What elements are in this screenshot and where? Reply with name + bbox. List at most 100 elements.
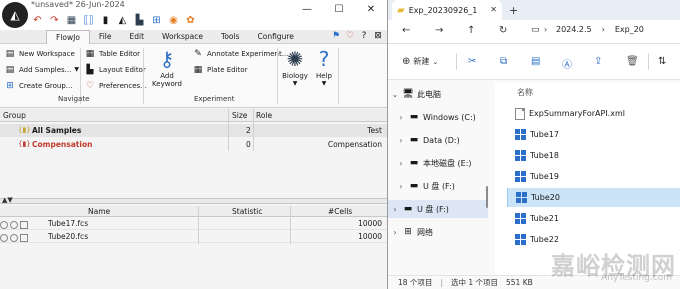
bracket-icon[interactable]: ⟦⟧ — [82, 14, 95, 27]
close-workspace-icon[interactable]: ⊠ — [373, 31, 383, 41]
group-role: Test — [367, 126, 382, 135]
group-size: 2 — [246, 126, 251, 135]
explorer-tab[interactable]: ▰ Exp_20230926_1 ✕ — [392, 0, 502, 20]
create-group-button[interactable]: ⊞ Create Group... — [4, 80, 72, 91]
menu-tools[interactable]: Tools — [212, 30, 248, 44]
refresh-icon[interactable]: ◉ — [167, 14, 180, 27]
file-item[interactable]: Tube18 — [507, 146, 680, 165]
undo-icon[interactable]: ↶ — [31, 14, 44, 27]
column-header-name[interactable]: 名称 — [517, 87, 533, 98]
desktop: ◭ *unsaved* 26-Jun-2024 ↶ ↷ ▦ ⟦⟧ ▮ ◭ ▙ ⊞… — [0, 0, 680, 289]
new-tab-icon[interactable]: + — [509, 4, 518, 17]
plate-icon: ▦ — [193, 64, 203, 75]
close-button[interactable]: ✕ — [355, 0, 387, 18]
breadcrumb-item[interactable]: Exp_20 — [615, 25, 644, 34]
column-group[interactable]: Group — [3, 111, 26, 120]
delete-icon[interactable]: 🗑 — [626, 56, 639, 67]
rename-icon[interactable]: Ⓐ — [562, 56, 572, 71]
layout-icon[interactable]: ▙ — [133, 14, 146, 27]
maximize-button[interactable]: ☐ — [323, 0, 355, 18]
preferences-button[interactable]: ♡ Preferences... — [84, 80, 147, 91]
preferences-icon: ♡ — [85, 80, 95, 91]
menu-flowjo[interactable]: FlowJo — [46, 29, 90, 44]
biology-button[interactable]: ✺ Biology ▼ — [280, 48, 310, 87]
chevron-icon[interactable]: › — [394, 182, 408, 191]
file-item[interactable]: Tube19 — [507, 167, 680, 186]
table-editor-button[interactable]: ▦ Table Editor — [84, 48, 140, 59]
column-cells[interactable]: #Cells — [328, 207, 352, 216]
chevron-icon[interactable]: › — [394, 159, 408, 168]
table-editor-label: Table Editor — [99, 49, 141, 58]
refresh-icon[interactable]: ↻ — [499, 25, 507, 36]
tree-item-label: U 盘 (F:) — [423, 181, 455, 191]
close-tab-icon[interactable]: ✕ — [490, 5, 497, 14]
tree-item[interactable]: › ▬ Windows (C:) — [388, 108, 488, 126]
back-icon[interactable]: ← — [402, 25, 410, 36]
sort-icon[interactable]: ⇅ — [658, 56, 666, 67]
up-icon[interactable]: ↑ — [467, 25, 475, 36]
layout-editor-icon: ▙ — [86, 64, 94, 75]
column-statistic[interactable]: Statistic — [232, 207, 262, 216]
forward-icon[interactable]: → — [435, 25, 443, 36]
layout-editor-button[interactable]: ▙ Layout Editor — [84, 64, 146, 75]
cut-icon[interactable]: ✂ — [468, 56, 476, 67]
tree-item[interactable]: › ⊞ 网络 — [388, 223, 488, 241]
gate-icon[interactable]: ◭ — [116, 14, 129, 27]
chevron-icon[interactable]: › — [388, 228, 402, 237]
annotate-experiment-button[interactable]: ✎ Annotate Experiment... — [192, 48, 288, 59]
file-name: Tube18 — [530, 151, 559, 160]
menu-file[interactable]: File — [90, 30, 121, 44]
file-item[interactable]: Tube21 — [507, 209, 680, 228]
tree-item[interactable]: ⌄ 🖥 此电脑 — [388, 85, 488, 103]
add-samples-button[interactable]: ▤ Add Samples... ▼ — [4, 64, 79, 75]
tree-item[interactable]: › ▬ Data (D:) — [388, 131, 488, 149]
add-samples-icon: ▤ — [5, 64, 15, 75]
tree-icon[interactable]: ⊞ — [150, 14, 163, 27]
group-row-all-samples[interactable]: {▮} All Samples 2 Test — [0, 124, 387, 137]
help-icon[interactable]: ? — [359, 31, 369, 41]
sample-row[interactable]: Tube20.fcs 10000 — [0, 231, 387, 243]
new-label: 新建 — [413, 57, 430, 66]
breadcrumb[interactable]: 2024.2.5 › Exp_20 — [556, 25, 644, 34]
minimize-button[interactable]: — — [291, 0, 323, 18]
gear-icon[interactable]: ✿ — [184, 14, 197, 27]
histogram-icon[interactable]: ▮ — [99, 14, 112, 27]
new-workspace-button[interactable]: ▤ New Workspace — [4, 48, 75, 59]
group-row-compensation[interactable]: {▮} Compensation 0 Compensation — [0, 138, 387, 151]
sample-row[interactable]: Tube17.fcs 10000 — [0, 218, 387, 230]
chevron-icon[interactable]: › — [388, 205, 402, 214]
table-icon[interactable]: ▦ — [65, 14, 78, 27]
chevron-icon[interactable]: ⌄ — [388, 90, 402, 99]
column-role[interactable]: Role — [256, 111, 272, 120]
copy-icon[interactable]: ⧉ — [500, 56, 507, 67]
menu-edit[interactable]: Edit — [120, 30, 153, 44]
paste-icon[interactable]: ▤ — [531, 56, 540, 67]
scrollbar[interactable] — [486, 186, 488, 208]
column-size[interactable]: Size — [232, 111, 247, 120]
file-item[interactable]: Tube20 — [507, 188, 680, 207]
add-keyword-label-1: Add — [160, 72, 174, 80]
add-keyword-button[interactable]: ⚷ Add Keyword — [150, 48, 184, 88]
breadcrumb-item[interactable]: 2024.2.5 — [556, 25, 592, 34]
new-button[interactable]: ⊕ 新建 ⌄ — [402, 56, 438, 67]
collapse-arrows-icon[interactable]: ▲▼ — [2, 196, 13, 204]
bookmark-icon[interactable]: ⚑ — [331, 31, 341, 41]
share-icon[interactable]: ⇪ — [594, 56, 602, 67]
create-group-icon: ⊞ — [6, 80, 14, 91]
chevron-icon[interactable]: › — [394, 113, 408, 122]
heart-icon[interactable]: ♡ — [345, 31, 355, 41]
file-item[interactable]: ExpSummaryForAPI.xml — [507, 104, 680, 123]
menu-configure[interactable]: Configure — [249, 30, 303, 44]
column-name[interactable]: Name — [88, 207, 110, 216]
plate-editor-button[interactable]: ▦ Plate Editor — [192, 64, 248, 75]
tree-item[interactable]: › ▬ U 盘 (F:) — [388, 177, 488, 195]
file-item[interactable]: Tube17 — [507, 125, 680, 144]
tree-item[interactable]: › ▬ 本地磁盘 (E:) — [388, 154, 488, 172]
chevron-icon[interactable]: › — [394, 136, 408, 145]
help-button[interactable]: ? Help ▼ — [312, 48, 336, 87]
flowjo-logo-icon[interactable]: ◭ — [2, 2, 28, 28]
tree-item[interactable]: › ▬ U 盘 (F:) — [388, 200, 488, 218]
pane-splitter[interactable]: ▲▼ — [0, 196, 387, 204]
redo-icon[interactable]: ↷ — [48, 14, 61, 27]
menu-workspace[interactable]: Workspace — [153, 30, 212, 44]
